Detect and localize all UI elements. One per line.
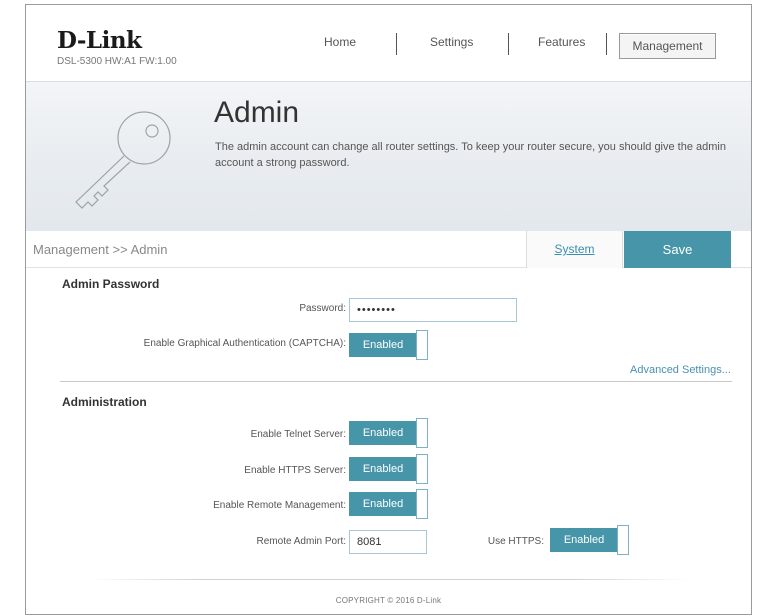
password-field[interactable]: •••••••• [349, 298, 517, 322]
page-title: Admin [214, 96, 300, 129]
top-bar: D-Link DSL-5300 HW:A1 FW:1.00 Home Setti… [26, 5, 751, 81]
breadcrumb: Management >> Admin [33, 242, 168, 257]
section-divider [60, 381, 732, 382]
page-description: The admin account can change all router … [215, 141, 726, 169]
toggle-knob [617, 525, 629, 555]
footer-divider [88, 579, 690, 580]
use-https-toggle[interactable]: Enabled [550, 525, 629, 555]
nav-home[interactable]: Home [324, 35, 356, 49]
https-label: Enable HTTPS Server: [244, 465, 346, 476]
use-https-label: Use HTTPS: [487, 536, 544, 547]
https-toggle[interactable]: Enabled [349, 454, 428, 484]
remote-port-label: Remote Admin Port: [256, 536, 346, 547]
toggle-knob [416, 330, 428, 360]
remote-management-toggle-state: Enabled [349, 492, 417, 516]
remote-management-toggle[interactable]: Enabled [349, 489, 428, 519]
toggle-knob [416, 454, 428, 484]
remote-management-label: Enable Remote Management: [213, 500, 346, 511]
admin-password-heading: Admin Password [62, 277, 160, 291]
captcha-toggle-state: Enabled [349, 333, 417, 357]
dlink-logo[interactable]: D-Link [57, 27, 142, 54]
telnet-toggle-state: Enabled [349, 421, 417, 445]
copyright: COPYRIGHT © 2016 D-Link [335, 596, 442, 605]
nav-settings[interactable]: Settings [430, 35, 473, 49]
nav-separator [508, 33, 509, 55]
advanced-settings-link[interactable]: Advanced Settings... [630, 364, 731, 376]
use-https-toggle-state: Enabled [550, 528, 618, 552]
telnet-label: Enable Telnet Server: [250, 429, 346, 440]
toggle-knob [416, 489, 428, 519]
nav-management[interactable]: Management [619, 33, 716, 59]
system-link[interactable]: System [526, 231, 623, 268]
captcha-label: Enable Graphical Authentication (CAPTCHA… [143, 338, 346, 349]
administration-heading: Administration [62, 395, 147, 409]
telnet-toggle[interactable]: Enabled [349, 418, 428, 448]
nav-separator [606, 33, 607, 55]
remote-port-field[interactable]: 8081 [349, 530, 427, 554]
model-info: DSL-5300 HW:A1 FW:1.00 [57, 56, 177, 67]
nav-separator [396, 33, 397, 55]
https-toggle-state: Enabled [349, 457, 417, 481]
password-label: Password: [299, 303, 346, 314]
breadcrumb-bar: Management >> Admin System Save [26, 231, 751, 268]
key-icon [75, 111, 171, 209]
captcha-toggle[interactable]: Enabled [349, 330, 428, 360]
save-button[interactable]: Save [624, 231, 731, 268]
page-banner: Admin The admin account can change all r… [26, 81, 751, 231]
toggle-knob [416, 418, 428, 448]
nav-features[interactable]: Features [538, 35, 585, 49]
router-admin-page: D-Link DSL-5300 HW:A1 FW:1.00 Home Setti… [25, 4, 752, 615]
